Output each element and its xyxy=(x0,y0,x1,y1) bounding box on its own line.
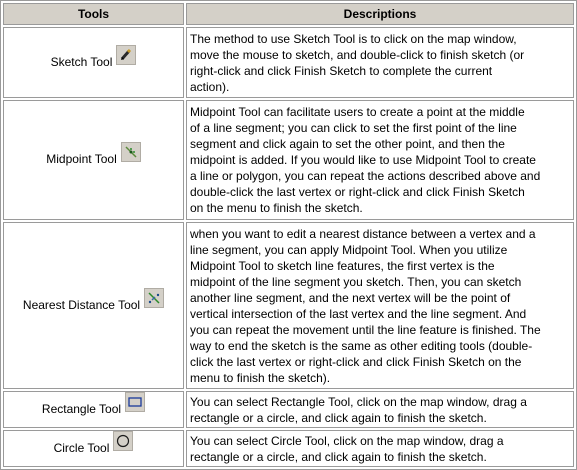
description-line: action). xyxy=(190,79,230,94)
tool-name: Midpoint Tool xyxy=(46,151,117,166)
midpoint-icon xyxy=(125,146,137,158)
tools-table: Tools Descriptions Sketch Tool The metho… xyxy=(0,0,577,470)
tool-cell: Sketch Tool xyxy=(3,27,184,99)
description-line: right-click and click Finish Sketch to c… xyxy=(190,63,493,78)
description-cell: You can select Circle Tool, click on the… xyxy=(186,430,574,467)
circle-icon xyxy=(117,434,130,447)
tool-cell: Rectangle Tool xyxy=(3,391,184,429)
description-line: a line or polygon, you can repeat the ac… xyxy=(190,168,541,183)
description-line: midpoint of the line segment you sketch.… xyxy=(190,274,522,289)
tool-name: Sketch Tool xyxy=(50,54,113,69)
description-line: another line segment, and the next verte… xyxy=(190,290,511,305)
header-row: Tools Descriptions xyxy=(3,3,574,26)
rectangle-icon xyxy=(128,397,142,407)
pencil-icon xyxy=(121,48,132,60)
description-cell: Midpoint Tool can facilitate users to cr… xyxy=(186,100,574,220)
description-line: vertical intersection of the last vertex… xyxy=(190,306,527,321)
description-line: double-click the last vertex or right-cl… xyxy=(190,184,525,199)
description-line: midpoint is added. If you would like to … xyxy=(190,152,536,167)
table-row: Sketch Tool The method to use Sketch Too… xyxy=(3,27,574,99)
nearest-distance-icon xyxy=(148,291,160,304)
description-line: menu to finish the sketch). xyxy=(190,370,331,385)
description-line: way to end the sketch is the same as oth… xyxy=(190,338,533,353)
tool-cell: Nearest Distance Tool xyxy=(3,221,184,390)
description-line: Midpoint Tool to sketch line features, t… xyxy=(190,258,495,273)
description-line: rectangle or a circle, and click again t… xyxy=(190,449,487,464)
table-row: Rectangle Tool You can select Rectangle … xyxy=(3,391,574,429)
tool-name: Rectangle Tool xyxy=(41,401,122,416)
tool-name: Nearest Distance Tool xyxy=(22,297,141,312)
description-line: when you want to edit a nearest distance… xyxy=(190,226,536,241)
description-line: You can select Rectangle Tool, click on … xyxy=(190,394,527,409)
table-row: Midpoint Tool Midpoint Tool can facilita… xyxy=(3,100,574,220)
description-line: of a line segment; you can click to set … xyxy=(190,120,517,135)
description-line: segment and click again to set the other… xyxy=(190,136,505,151)
description-cell: The method to use Sketch Tool is to clic… xyxy=(186,27,574,99)
description-line: line segment, you can apply Midpoint Too… xyxy=(190,242,508,257)
nearest-distance-tool-button[interactable] xyxy=(144,287,165,308)
description-line: You can select Circle Tool, click on the… xyxy=(190,433,504,448)
tool-cell: Circle Tool xyxy=(3,430,184,467)
tools-column-header: Tools xyxy=(3,3,184,26)
tool-cell: Midpoint Tool xyxy=(3,100,184,220)
table-row: Circle Tool You can select Circle Tool, … xyxy=(3,430,574,467)
description-line: The method to use Sketch Tool is to clic… xyxy=(190,31,517,46)
description-line: move the mouse to sketch, and double-cli… xyxy=(190,47,525,62)
descriptions-column-header: Descriptions xyxy=(186,3,574,26)
midpoint-tool-button[interactable] xyxy=(120,141,141,162)
description-cell: You can select Rectangle Tool, click on … xyxy=(186,391,574,429)
description-line: Midpoint Tool can facilitate users to cr… xyxy=(190,104,525,119)
circle-tool-button[interactable] xyxy=(113,430,134,451)
sketch-tool-button[interactable] xyxy=(116,44,137,65)
description-line: rectangle or a circle, and click again t… xyxy=(190,410,487,425)
description-line: you can repeat the movement until the li… xyxy=(190,322,541,337)
description-line: on the menu to finish the sketch. xyxy=(190,200,363,215)
description-cell: when you want to edit a nearest distance… xyxy=(186,221,574,390)
table-row: Nearest Distance Tool when you want to e… xyxy=(3,221,574,390)
rectangle-tool-button[interactable] xyxy=(125,391,146,412)
description-line: click the last vertex or right-click and… xyxy=(190,354,522,369)
tool-name: Circle Tool xyxy=(53,440,110,455)
